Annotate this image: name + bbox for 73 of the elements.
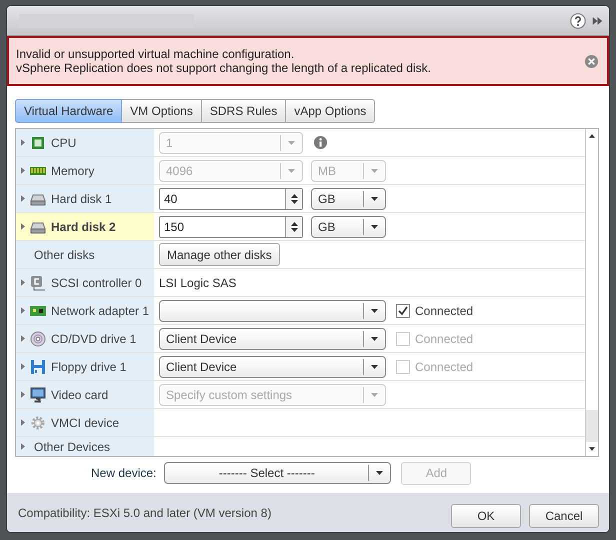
tab[interactable]: Virtual Hardware	[15, 99, 122, 123]
row-header[interactable]: Other Devices	[16, 437, 154, 456]
checkbox-label: Connected	[415, 360, 474, 374]
controller-icon	[30, 274, 46, 290]
caret-icon	[376, 471, 384, 475]
scroll-up-icon[interactable]	[589, 134, 595, 138]
expand-arrow-icon[interactable]	[21, 195, 25, 202]
caret-icon	[288, 168, 295, 172]
tab[interactable]: VM Options	[122, 99, 202, 123]
unit-dropdown[interactable]: GB	[311, 188, 386, 210]
row-header[interactable]: Video card	[16, 381, 154, 408]
expand-arrow-icon[interactable]	[21, 223, 25, 230]
dropdown[interactable]: Client Device	[159, 328, 386, 350]
row-header[interactable]: CD/DVD drive 1	[16, 325, 154, 352]
tab[interactable]: vApp Options	[286, 99, 376, 123]
info-icon[interactable]	[313, 135, 328, 150]
caret-icon	[371, 364, 378, 368]
scroll-down-icon[interactable]	[589, 447, 595, 451]
caret-icon	[371, 196, 378, 200]
compatibility-text: Compatibility: ESXi 5.0 and later (VM version 8)	[18, 506, 272, 520]
row-header[interactable]: Other disks	[16, 241, 154, 268]
expand-arrow-icon[interactable]	[21, 335, 25, 342]
manage-disks-button[interactable]: Manage other disks	[159, 243, 280, 266]
help-icon[interactable]	[570, 12, 586, 28]
dropdown[interactable]	[159, 300, 386, 322]
row-header[interactable]: Memory	[16, 157, 154, 184]
chip-icon	[30, 134, 46, 150]
checkbox[interactable]	[396, 304, 410, 318]
expand-arrow-icon[interactable]	[21, 307, 25, 314]
gear-icon	[30, 414, 46, 430]
expand-arrow-icon[interactable]	[21, 443, 25, 450]
monitor-icon	[30, 386, 46, 402]
row-header[interactable]: CPU	[16, 129, 154, 156]
cancel-button[interactable]: Cancel	[529, 504, 599, 528]
expand-arrow-icon[interactable]	[21, 419, 25, 426]
number-field[interactable]: 40	[159, 188, 303, 210]
caret-icon	[371, 168, 378, 172]
checkmark-icon	[398, 306, 408, 316]
spinner-arrows-icon[interactable]	[290, 194, 298, 204]
scrollbar[interactable]	[585, 129, 598, 456]
checkbox-label: Connected	[415, 332, 474, 346]
checkbox-label: Connected	[415, 304, 474, 318]
caret-icon	[371, 336, 378, 340]
row-header[interactable]: Hard disk 2	[16, 213, 154, 240]
close-icon[interactable]	[584, 54, 599, 68]
expand-arrow-icon[interactable]	[21, 279, 25, 286]
disc-icon	[30, 330, 46, 346]
caret-icon	[288, 140, 295, 144]
fast-forward-icon[interactable]	[592, 16, 603, 26]
expand-arrow-icon[interactable]	[21, 167, 25, 174]
controller-type: LSI Logic SAS	[159, 276, 236, 290]
caret-icon	[371, 308, 378, 312]
scrollbar-thumb[interactable]	[586, 410, 598, 442]
row-header[interactable]: Floppy drive 1	[16, 353, 154, 380]
row-header[interactable]: Network adapter 1	[16, 297, 154, 324]
caret-icon	[371, 224, 378, 228]
error-message: Invalid or unsupported virtual machine configuration.	[16, 47, 296, 61]
dropdown[interactable]: Client Device	[159, 356, 386, 378]
row-header[interactable]: VMCI device	[16, 409, 154, 436]
row-header[interactable]: Hard disk 1	[16, 185, 154, 212]
error-message: vSphere Replication does not support changing the length of a replicated disk.	[16, 61, 432, 75]
tab[interactable]: SDRS Rules	[202, 99, 286, 123]
expand-arrow-icon[interactable]	[21, 391, 25, 398]
expand-arrow-icon[interactable]	[21, 363, 25, 370]
device-dropdown[interactable]: ------- Select -------	[164, 462, 392, 484]
number-field[interactable]: 150	[159, 216, 303, 238]
caret-icon	[371, 392, 378, 396]
unit-dropdown[interactable]: GB	[311, 216, 386, 238]
spinner-arrows-icon[interactable]	[290, 222, 298, 232]
ok-button[interactable]: OK	[451, 504, 521, 528]
expand-arrow-icon[interactable]	[21, 139, 25, 146]
row-header[interactable]: SCSI controller 0	[16, 269, 154, 296]
new-device-label: New device:	[91, 466, 156, 480]
